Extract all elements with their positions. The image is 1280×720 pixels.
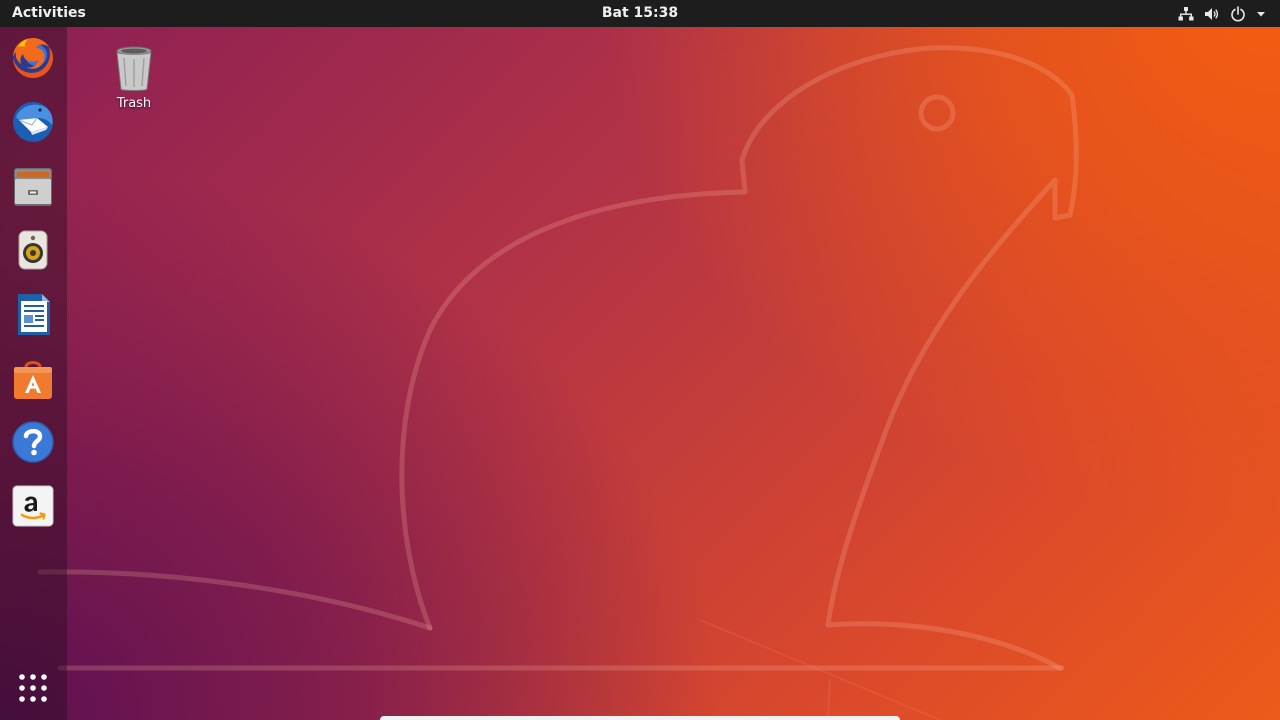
- desktop[interactable]: Activities Bat 15:38 Trash: [0, 0, 1280, 720]
- menu-arrow-icon[interactable]: [1256, 9, 1266, 19]
- system-tray[interactable]: [1178, 3, 1266, 24]
- power-icon[interactable]: [1230, 5, 1246, 22]
- dock: [0, 27, 67, 720]
- libreoffice-writer-icon: [18, 294, 50, 335]
- desktop-icon-trash[interactable]: Trash: [104, 44, 164, 116]
- network-icon[interactable]: [1178, 6, 1194, 22]
- dock-item-amazon[interactable]: [8, 481, 58, 531]
- volume-icon[interactable]: [1204, 6, 1220, 22]
- activities-button[interactable]: Activities: [12, 4, 86, 23]
- thunderbird-icon: [13, 102, 53, 142]
- amazon-icon: [12, 485, 54, 527]
- trash-label: Trash: [116, 96, 152, 111]
- ubuntu-software-icon: [14, 361, 52, 399]
- dock-item-help[interactable]: [8, 417, 58, 467]
- rhythmbox-icon: [18, 230, 48, 270]
- dock-item-libreoffice-writer[interactable]: [8, 289, 58, 339]
- files-icon: [14, 168, 52, 206]
- firefox-icon: [13, 38, 53, 78]
- dock-item-firefox[interactable]: [8, 33, 58, 83]
- dock-item-rhythmbox[interactable]: [8, 225, 58, 275]
- clock-container: Bat 15:38: [0, 4, 1280, 23]
- partially-visible-window-edge: [380, 716, 900, 720]
- dock-item-thunderbird[interactable]: [8, 97, 58, 147]
- wallpaper-beaver-outline: [37, 45, 1079, 720]
- trash-icon: [116, 46, 152, 91]
- clock-button[interactable]: Bat 15:38: [602, 5, 678, 21]
- dock-item-files[interactable]: [8, 161, 58, 211]
- show-applications-button[interactable]: [8, 663, 58, 713]
- help-icon: [12, 421, 54, 463]
- app-grid-icon: [19, 674, 47, 702]
- top-bar: Activities Bat 15:38: [0, 0, 1280, 27]
- dock-item-ubuntu-software[interactable]: [8, 353, 58, 403]
